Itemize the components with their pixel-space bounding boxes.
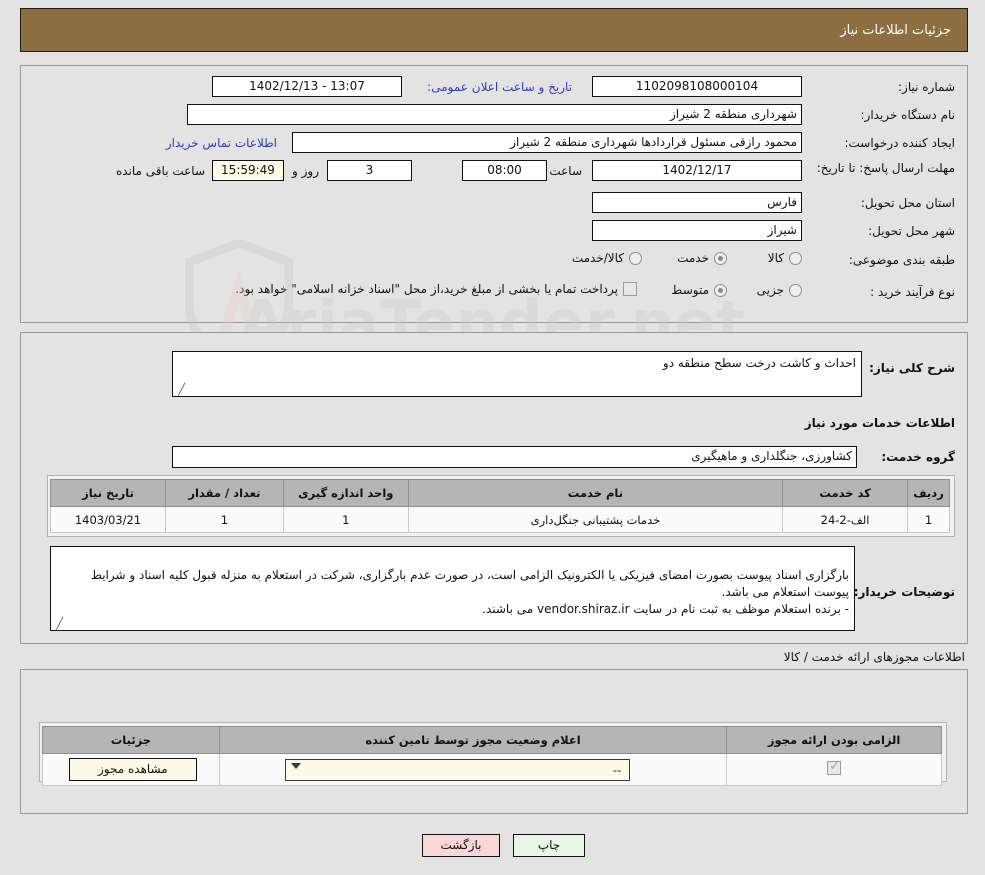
license-status-value: -- <box>612 763 622 777</box>
cell-date: 1403/03/21 <box>50 506 166 533</box>
col-quantity: تعداد / مقدار <box>164 479 284 507</box>
back-button[interactable]: بازگشت <box>422 834 500 857</box>
cell-license-status: -- <box>218 753 728 786</box>
licenses-table-wrapper: الزامی بودن ارائه مجوز اعلام وضعیت مجوز … <box>39 722 947 786</box>
purchase-process-label: نوع فرآیند خرید : <box>870 285 955 299</box>
requester-label: ایجاد کننده درخواست: <box>844 136 955 150</box>
general-description-textarea[interactable]: احداث و کاشت درخت سطح منطقه دو ╱ <box>172 351 862 397</box>
general-description-label: شرح کلی نیاز: <box>869 361 955 375</box>
col-license-required: الزامی بودن ارائه مجوز <box>726 726 942 754</box>
category-option-goods[interactable]: کالا <box>768 251 802 265</box>
category-option-goods-service[interactable]: کالا/خدمت <box>572 251 642 265</box>
col-name: نام خدمت <box>407 479 784 507</box>
col-code: کد خدمت <box>782 479 909 507</box>
islamic-treasury-checkbox-group[interactable]: پرداخت تمام یا بخشی از مبلغ خرید،از محل … <box>235 282 637 296</box>
col-date: تاریخ نیاز <box>50 479 166 507</box>
cell-row: 1 <box>907 506 950 533</box>
islamic-treasury-text: پرداخت تمام یا بخشی از مبلغ خرید،از محل … <box>235 282 618 296</box>
chevron-down-icon[interactable] <box>291 763 302 769</box>
buyer-organization-field: شهرداری منطقه 2 شیراز <box>187 104 802 125</box>
service-group-field: کشاورزی، جنگلداری و ماهیگیری <box>172 446 857 468</box>
need-number-label: شماره نیاز: <box>898 80 955 94</box>
remaining-time-field: 15:59:49 <box>212 160 284 181</box>
col-row: ردیف <box>907 479 950 507</box>
service-group-label: گروه خدمت: <box>881 450 955 464</box>
islamic-treasury-checkbox-icon[interactable] <box>623 282 637 296</box>
need-number-field: 1102098108000104 <box>592 76 802 97</box>
subject-category-label: طبقه بندی موضوعی: <box>848 253 955 267</box>
radio-goods-icon[interactable] <box>789 251 802 265</box>
requester-field: محمود رازقی مسئول قراردادها شهرداری منطق… <box>292 132 802 153</box>
buyer-notes-value: بارگزاری اسناد پیوست بصورت امضای فیزیکی … <box>90 568 849 616</box>
cell-license-required <box>726 753 942 786</box>
cell-license-detail: مشاهده مجوز <box>42 753 220 786</box>
category-option-goods-service-label: کالا/خدمت <box>571 251 624 265</box>
radio-goods-service-icon[interactable] <box>629 251 642 265</box>
delivery-city-label: شهر محل تحویل: <box>868 224 955 238</box>
announcement-datetime-label: تاریخ و ساعت اعلان عمومی: <box>427 80 572 94</box>
print-button[interactable]: چاپ <box>513 834 585 857</box>
cell-code: الف-2-24 <box>782 506 909 533</box>
deadline-time-field: 08:00 <box>462 160 547 181</box>
services-table-header-row: ردیف کد خدمت نام خدمت واحد اندازه گیری ت… <box>50 479 950 507</box>
page-root: جزئیات اطلاعات نیاز شماره نیاز: 11020981… <box>0 0 985 875</box>
radio-service-icon[interactable] <box>714 251 727 265</box>
license-status-select[interactable]: -- <box>285 759 631 781</box>
licenses-section-heading: اطلاعات مجوزهای ارائه خدمت / کالا <box>783 650 965 664</box>
category-option-goods-label: کالا <box>767 251 784 265</box>
buyer-organization-label: نام دستگاه خریدار: <box>860 108 956 122</box>
process-option-minor-label: جزیی <box>756 283 784 297</box>
licenses-panel: الزامی بودن ارائه مجوز اعلام وضعیت مجوز … <box>20 669 968 814</box>
col-license-status: اعلام وضعیت مجوز توسط تامین کننده <box>218 726 728 754</box>
announcement-datetime-field: 1402/12/13 - 13:07 <box>212 76 402 97</box>
radio-medium-icon[interactable] <box>714 283 727 297</box>
table-row: 1 الف-2-24 خدمات پشتیبانی جنگل‌داری 1 1 … <box>50 506 950 533</box>
view-license-button[interactable]: مشاهده مجوز <box>68 758 197 781</box>
deadline-date-field: 1402/12/17 <box>592 160 802 181</box>
services-table: ردیف کد خدمت نام خدمت واحد اندازه گیری ت… <box>50 479 950 533</box>
table-row: -- مشاهده مجوز <box>42 753 942 786</box>
need-summary-panel: شماره نیاز: 1102098108000104 تاریخ و ساع… <box>20 65 968 323</box>
page-title: جزئیات اطلاعات نیاز <box>840 22 951 38</box>
need-details-panel: شرح کلی نیاز: احداث و کاشت درخت سطح منطق… <box>20 332 968 644</box>
licenses-table-header-row: الزامی بودن ارائه مجوز اعلام وضعیت مجوز … <box>42 726 942 754</box>
buyer-notes-textarea[interactable]: بارگزاری اسناد پیوست بصورت امضای فیزیکی … <box>50 546 855 631</box>
license-required-checkbox-icon <box>827 759 842 775</box>
page-header-bar: جزئیات اطلاعات نیاز <box>20 8 968 52</box>
cell-quantity: 1 <box>164 506 284 533</box>
remaining-time-suffix-label: ساعت باقی مانده <box>115 164 205 178</box>
resize-grip-icon[interactable]: ╱ <box>175 384 185 395</box>
services-table-wrapper: ردیف کد خدمت نام خدمت واحد اندازه گیری ت… <box>47 475 955 537</box>
process-option-medium-label: متوسط <box>671 283 709 297</box>
delivery-province-field: فارس <box>592 192 802 213</box>
cell-unit: 1 <box>282 506 409 533</box>
radio-minor-icon[interactable] <box>789 283 802 297</box>
process-option-medium[interactable]: متوسط <box>671 283 727 297</box>
buyer-notes-label: توضیحات خریدار: <box>853 585 955 599</box>
category-option-service[interactable]: خدمت <box>677 251 727 265</box>
col-unit: واحد اندازه گیری <box>282 479 409 507</box>
response-deadline-label: مهلت ارسال پاسخ: تا تاریخ: <box>816 161 955 175</box>
buyer-contact-info-link[interactable]: اطلاعات تماس خریدار <box>166 136 277 150</box>
general-description-value: احداث و کاشت درخت سطح منطقه دو <box>662 356 856 370</box>
category-option-service-label: خدمت <box>677 251 709 265</box>
hour-label: ساعت <box>549 164 582 178</box>
days-suffix-label: روز و <box>292 164 319 178</box>
remaining-days-field: 3 <box>327 160 412 181</box>
delivery-province-label: استان محل تحویل: <box>860 196 955 210</box>
services-info-heading: اطلاعات خدمات مورد نیاز <box>804 416 955 430</box>
licenses-table: الزامی بودن ارائه مجوز اعلام وضعیت مجوز … <box>42 726 942 786</box>
process-option-minor[interactable]: جزیی <box>757 283 802 297</box>
col-license-detail: جزئیات <box>42 726 220 754</box>
delivery-city-field: شیراز <box>592 220 802 241</box>
resize-grip-icon[interactable]: ╱ <box>53 618 63 629</box>
cell-name: خدمات پشتیبانی جنگل‌داری <box>407 506 784 533</box>
